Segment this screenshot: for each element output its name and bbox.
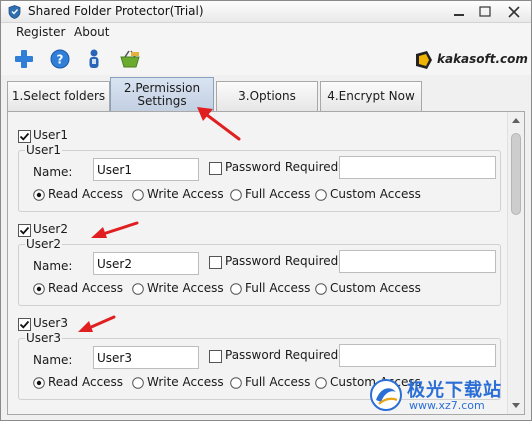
name-label: Name: — [33, 259, 73, 273]
watermark-logo-icon — [370, 379, 402, 411]
password-input[interactable] — [339, 250, 496, 273]
brand-text: kakasoft.com — [437, 52, 528, 66]
radio-custom-access[interactable] — [315, 283, 327, 295]
vertical-scrollbar[interactable] — [507, 112, 524, 414]
user-check-label: User3 — [33, 316, 68, 330]
user-enable-checkbox[interactable] — [18, 318, 31, 331]
password-required-label: Password Required — [225, 160, 339, 174]
group-legend: User1 — [25, 143, 62, 158]
tab-label: Settings — [137, 93, 187, 108]
app-window: Shared Folder Protector(Trial) Register … — [0, 0, 532, 421]
radio-read-access[interactable] — [33, 283, 45, 295]
radio-label: Read Access — [48, 375, 124, 389]
user-icon[interactable] — [83, 48, 105, 70]
radio-full-access[interactable] — [230, 189, 242, 201]
password-required-checkbox[interactable] — [209, 350, 222, 363]
close-icon[interactable] — [503, 4, 525, 20]
brand: kakasoft.com — [415, 49, 528, 71]
password-required-label: Password Required — [225, 254, 339, 268]
radio-full-access[interactable] — [230, 283, 242, 295]
radio-label: Write Access — [147, 281, 224, 295]
annotation-arrow-icon — [78, 315, 116, 332]
title-bar: Shared Folder Protector(Trial) — [1, 1, 531, 23]
tab-select-folders[interactable]: 1.Select folders — [7, 81, 110, 111]
radio-full-access[interactable] — [230, 377, 242, 389]
radio-label: Write Access — [147, 375, 224, 389]
user-group: User1 Name: Password Required Read Acces… — [18, 143, 501, 212]
radio-read-access[interactable] — [33, 189, 45, 201]
help-icon[interactable]: ? — [49, 48, 71, 70]
group-legend: User3 — [25, 331, 62, 346]
password-input[interactable] — [339, 156, 496, 179]
name-label: Name: — [33, 353, 73, 367]
shield-icon — [8, 5, 21, 19]
tab-label-stack: 2.Permission Settings — [123, 80, 201, 108]
scrollbar-thumb[interactable] — [511, 133, 521, 215]
annotation-arrow-icon — [197, 107, 241, 141]
tab-label: 2.Permission — [123, 80, 201, 95]
password-required-checkbox[interactable] — [209, 256, 222, 269]
tab-label: 4.Encrypt Now — [327, 89, 415, 103]
user-enable-checkbox[interactable] — [18, 224, 31, 237]
menu-register[interactable]: Register — [13, 25, 68, 39]
radio-custom-access[interactable] — [315, 189, 327, 201]
radio-custom-access[interactable] — [315, 377, 327, 389]
radio-label: Custom Access — [330, 281, 421, 295]
password-input[interactable] — [339, 344, 496, 367]
radio-write-access[interactable] — [132, 189, 144, 201]
radio-label: Full Access — [245, 187, 311, 201]
menu-bar: Register About — [1, 23, 531, 43]
user-name-input[interactable] — [93, 252, 199, 275]
svg-text:?: ? — [57, 53, 64, 67]
maximize-icon[interactable] — [475, 4, 495, 20]
radio-label: Full Access — [245, 375, 311, 389]
radio-read-access[interactable] — [33, 377, 45, 389]
menu-about[interactable]: About — [71, 25, 112, 39]
scroll-up-icon[interactable] — [508, 112, 524, 129]
add-icon[interactable] — [13, 48, 35, 70]
annotation-arrow-icon — [91, 221, 139, 238]
radio-label: Read Access — [48, 281, 124, 295]
radio-write-access[interactable] — [132, 283, 144, 295]
watermark-url: www.xz7.com — [409, 399, 485, 412]
user-name-input[interactable] — [93, 346, 199, 369]
radio-label: Custom Access — [330, 187, 421, 201]
radio-write-access[interactable] — [132, 377, 144, 389]
tab-label: 3.Options — [238, 89, 296, 103]
name-label: Name: — [33, 165, 73, 179]
user-check-label: User2 — [33, 222, 68, 236]
password-required-checkbox[interactable] — [209, 162, 222, 175]
radio-label: Full Access — [245, 281, 311, 295]
user-block: User1 User1 Name: Password Required Read… — [16, 127, 501, 217]
group-legend: User2 — [25, 237, 62, 252]
tab-label: 1.Select folders — [11, 89, 106, 103]
tab-strip: 1.Select folders 2.Permission Settings 3… — [1, 75, 531, 111]
radio-label: Read Access — [48, 187, 124, 201]
user-check-label: User1 — [33, 128, 68, 142]
user-name-input[interactable] — [93, 158, 199, 181]
password-required-label: Password Required — [225, 348, 339, 362]
minimize-icon[interactable] — [449, 4, 469, 20]
window-title: Shared Folder Protector(Trial) — [28, 4, 204, 18]
user-group: User2 Name: Password Required Read Acces… — [18, 237, 501, 306]
basket-icon[interactable] — [119, 48, 141, 70]
watermark: 极光下载站 www.xz7.com — [369, 376, 525, 416]
kakasoft-logo-icon — [416, 51, 432, 69]
radio-label: Write Access — [147, 187, 224, 201]
toolbar: ? kakasoft.com — [1, 43, 531, 75]
user-enable-checkbox[interactable] — [18, 130, 31, 143]
tab-encrypt-now[interactable]: 4.Encrypt Now — [320, 81, 422, 111]
permission-panel: User1 User1 Name: Password Required Read… — [7, 111, 525, 415]
